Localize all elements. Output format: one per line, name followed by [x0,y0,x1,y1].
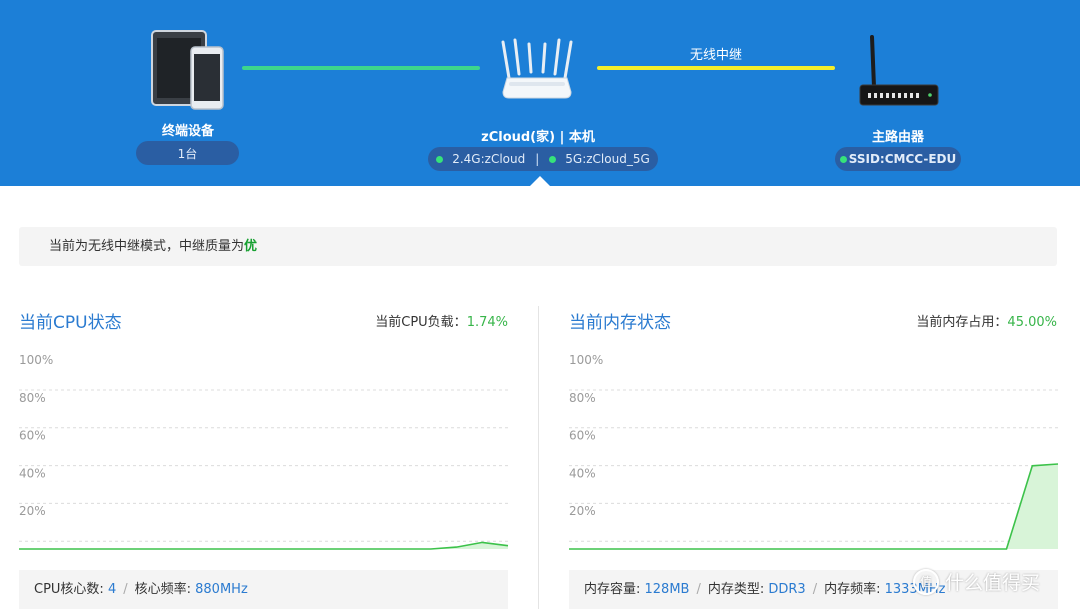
terminal-link-line [242,66,480,70]
topology-header: 终端设备 1台 zCloud(家) | 本机 2.4G:zCloud | 5G:… [0,0,1080,186]
main-router-ssid-badge[interactable]: SSID:CMCC-EDU [835,147,961,171]
memory-usage-chart: 100% 80% 60% 40% 20% [569,353,1059,550]
memory-panel-title: 当前内存状态 [569,313,671,333]
cpu-freq-label: 核心频率: [134,582,196,597]
site-watermark: 值 什么值得买 [913,568,1040,595]
memory-footer-separator-1: / [696,582,701,597]
cpu-cores-label: CPU核心数: [34,582,108,597]
band-separator: | [535,152,540,166]
band24-status-dot [436,155,444,163]
memory-footer-separator-2: / [812,582,818,597]
terminal-count: 1台 [177,146,198,161]
terminal-count-badge[interactable]: 1台 [136,141,239,165]
memory-capacity-label: 内存容量: [584,582,645,597]
band24-ssid: 2.4G:zCloud [452,152,526,166]
memory-usage-value: 45.00% [1007,315,1057,330]
cpu-load-label: 当前CPU负载： [375,315,467,330]
selected-indicator [530,176,550,186]
y-tick-label: 40% [569,466,596,480]
main-router-status-dot [839,155,847,163]
memory-usage-area [569,464,1058,549]
cpu-footer-separator: / [123,582,128,597]
cpu-load-value: 1.74% [466,315,508,330]
cpu-load-stat: 当前CPU负载：1.74% [300,311,508,330]
relay-link-label: 无线中继 [689,48,742,63]
router-icon[interactable] [495,38,579,102]
cpu-freq-value: 880MHz [195,582,248,597]
main-router-icon[interactable] [856,33,940,109]
y-tick-label: 100% [569,353,603,367]
memory-usage-stat: 当前内存占用：45.00% [850,311,1057,330]
memory-usage-line [569,463,1059,550]
cpu-usage-chart: 100% 80% 60% 40% 20% [19,353,509,550]
terminal-label: 终端设备 [161,124,214,139]
watermark-text: 什么值得买 [945,572,1041,594]
relay-status-text: 当前为无线中继模式，中继质量为 [49,239,245,254]
watermark-logo-icon: 值 [913,568,939,595]
memory-capacity-value: 128MB [644,582,690,597]
cpu-usage-line [19,541,509,550]
terminal-devices-icon[interactable] [150,29,226,111]
main-router-ssid: SSID:CMCC-EDU [848,152,957,166]
band5-status-dot [549,155,557,163]
y-tick-label: 60% [569,429,596,443]
cpu-cores-value: 4 [107,582,117,597]
relay-link-line [597,66,835,70]
memory-type-value: DDR3 [768,582,806,597]
memory-usage-label: 当前内存占用： [916,315,1008,330]
router-label: zCloud(家) | 本机 [481,130,595,145]
cpu-info-footer: CPU核心数: 4 / 核心频率: 880MHz [19,570,508,609]
y-tick-label: 100% [19,353,53,367]
main-router-label: 主路由器 [871,130,924,145]
memory-freq-label: 内存频率: [824,582,885,597]
y-tick-label: 80% [19,391,46,405]
y-tick-label: 60% [19,429,46,443]
relay-quality: 优 [244,239,258,254]
y-tick-label: 80% [569,391,596,405]
memory-type-label: 内存类型: [707,582,769,597]
cpu-panel-title: 当前CPU状态 [19,313,122,333]
router-wifi-bands[interactable]: 2.4G:zCloud | 5G:zCloud_5G [428,147,658,171]
y-tick-label: 40% [19,466,46,480]
relay-status-banner: 当前为无线中继模式，中继质量为优 [19,227,1057,266]
y-tick-label: 20% [569,504,596,518]
y-tick-label: 20% [19,504,46,518]
panel-divider [538,306,539,609]
band5-ssid: 5G:zCloud_5G [565,152,650,166]
